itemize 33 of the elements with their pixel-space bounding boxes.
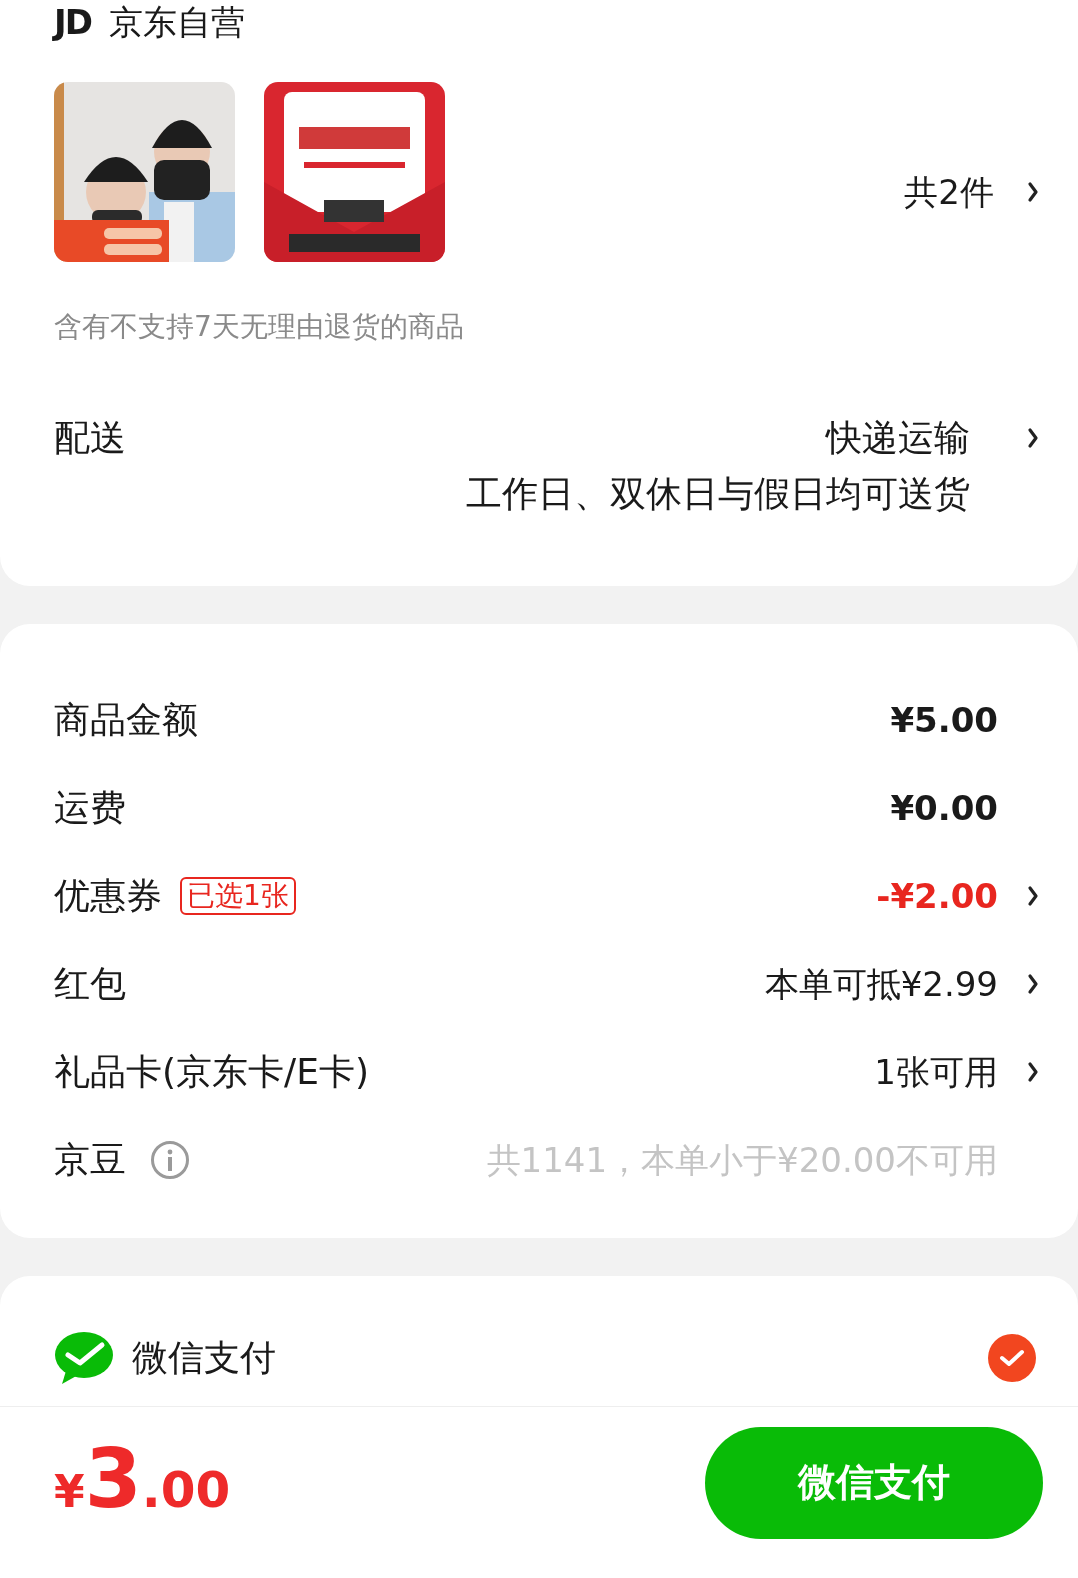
row-label: 运费 bbox=[54, 786, 126, 830]
chat-bubble-icon bbox=[54, 1331, 114, 1385]
row-value: 1张可用 bbox=[874, 1050, 998, 1094]
item-count-link[interactable]: 共2件 bbox=[904, 166, 1040, 218]
checkmark-icon bbox=[999, 1348, 1025, 1368]
chevron-icon[interactable] bbox=[1026, 180, 1040, 204]
row-value: -¥2.00 bbox=[876, 874, 998, 918]
row-label: 优惠券 bbox=[54, 874, 162, 918]
shop-logo: JD bbox=[54, 5, 91, 39]
shop-name: 京东自营 bbox=[108, 5, 245, 39]
total-price: ¥3.00 bbox=[54, 1437, 231, 1528]
row-label: 礼品卡(京东卡/E卡) bbox=[54, 1050, 369, 1094]
row-value: ¥5.00 bbox=[890, 698, 998, 742]
row-value: ¥0.00 bbox=[890, 786, 998, 830]
payment-option[interactable]: 微信支付 bbox=[54, 1320, 1036, 1396]
chevron-icon[interactable] bbox=[1026, 426, 1040, 450]
radio-check[interactable] bbox=[988, 1334, 1036, 1382]
chevron-icon[interactable] bbox=[1026, 884, 1040, 908]
row-label: 商品金额 bbox=[54, 698, 198, 742]
delivery-method: 快递运输 bbox=[826, 416, 970, 460]
row-label: 红包 bbox=[54, 962, 126, 1006]
row-value: 共1141，本单小于¥20.00不可用 bbox=[486, 1138, 998, 1182]
return-notice: 含有不支持7天无理由退货的商品 bbox=[54, 309, 465, 345]
row-label: 京豆 bbox=[54, 1138, 126, 1182]
info-icon[interactable] bbox=[150, 1140, 190, 1180]
delivery-schedule: 工作日、双休日与假日均可送货 bbox=[466, 472, 970, 516]
item-count: 共2件 bbox=[904, 170, 994, 214]
delivery-label: 配送 bbox=[54, 416, 126, 460]
payment-name: 微信支付 bbox=[132, 1336, 276, 1380]
chevron-icon[interactable] bbox=[1026, 972, 1040, 996]
coupon-tag: 已选1张 bbox=[180, 877, 296, 915]
chevron-icon[interactable] bbox=[1026, 1060, 1040, 1084]
row-value: 本单可抵¥2.99 bbox=[764, 962, 998, 1006]
